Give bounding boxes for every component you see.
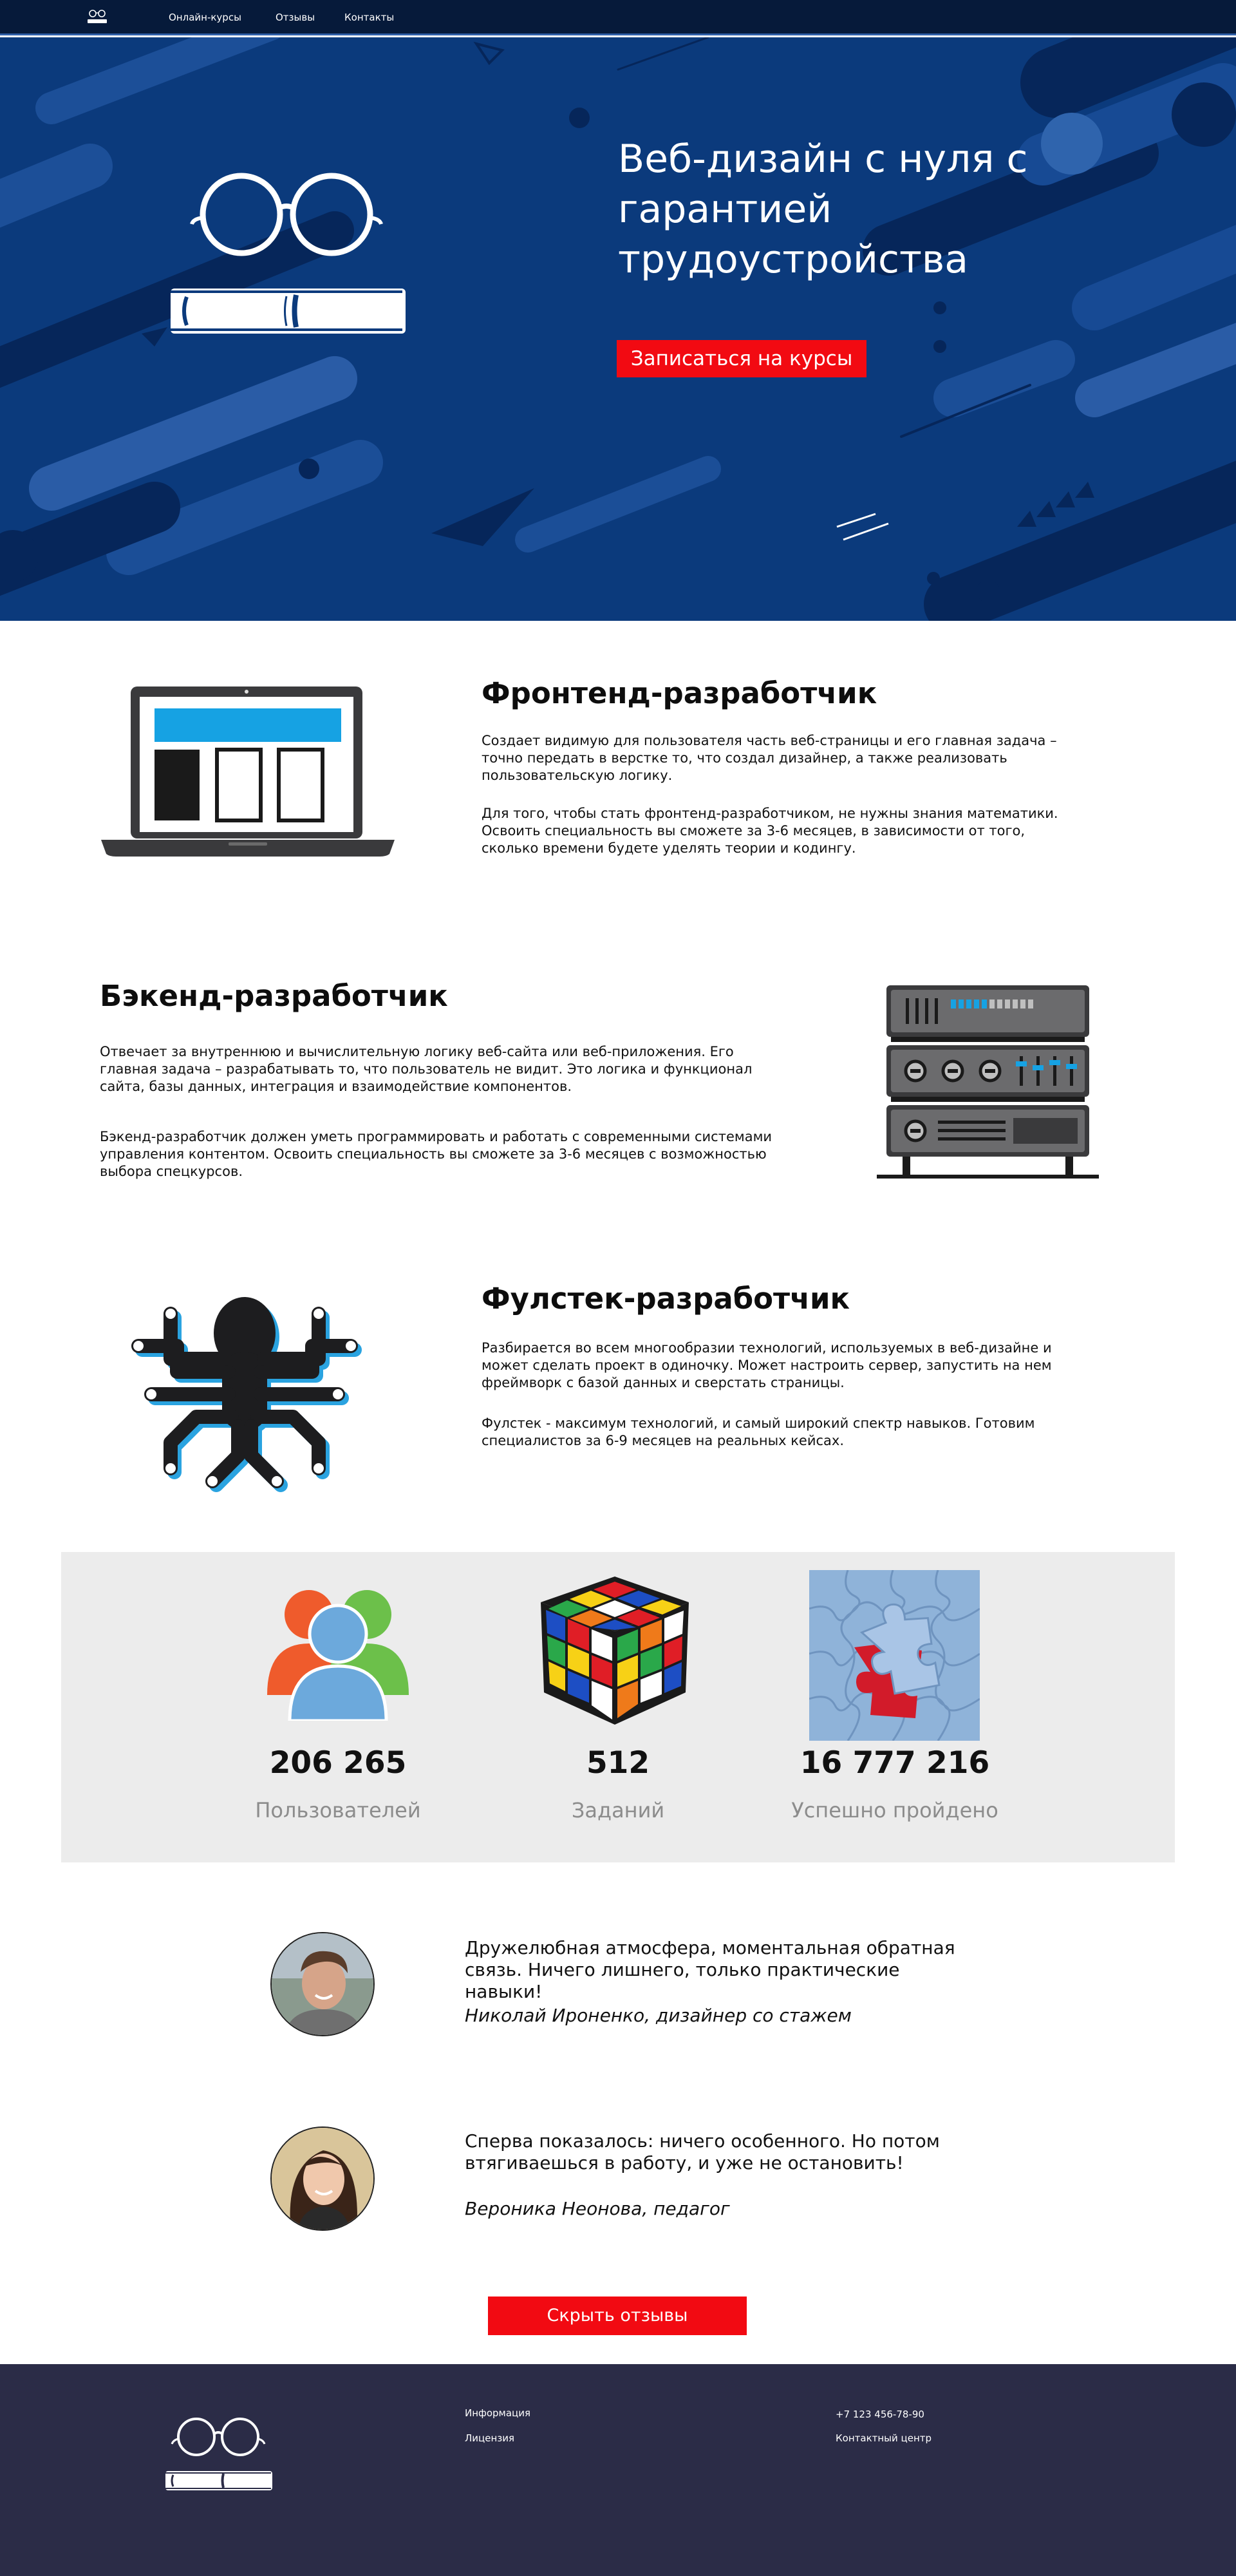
review-2-author: Вероника Неонова, педагог	[465, 2198, 730, 2219]
hero-section: Веб-дизайн с нуля с гарантией трудоустро…	[0, 37, 1236, 621]
nav-link-courses[interactable]: Онлайн-курсы	[169, 12, 241, 23]
frontend-paragraph-2: Для того, чтобы стать фронтенд-разработч…	[482, 806, 1058, 856]
review-1-author: Николай Ироненко, дизайнер со стажем	[465, 2005, 852, 2026]
users-icon	[267, 1590, 409, 1721]
reviewer-avatar-2	[270, 2126, 375, 2231]
stat-users-label: Пользователей	[255, 1798, 421, 1823]
enroll-button[interactable]: Записаться на курсы	[617, 340, 866, 377]
frontend-title: Фронтенд-разработчик	[482, 676, 877, 710]
rubiks-cube-icon	[541, 1577, 689, 1725]
review-1-text: Дружелюбная атмосфера, моментальная обра…	[465, 1937, 955, 2002]
fullstack-title: Фулстек-разработчик	[482, 1282, 850, 1316]
backend-paragraph-1: Отвечает за внутреннюю и вычислительную …	[100, 1044, 753, 1094]
footer-link-license[interactable]: Лицензия	[465, 2432, 514, 2444]
fullstack-paragraph-2: Фулстек - максимум технологий, и самый ш…	[482, 1416, 1035, 1448]
octopus-icon	[131, 1297, 362, 1492]
top-navbar: Онлайн-курсы Отзывы Контакты	[0, 0, 1236, 35]
fullstack-paragraph-1: Разбирается во всем многообразии техноло…	[482, 1340, 1052, 1390]
frontend-paragraph-1: Создает видимую для пользователя часть в…	[482, 733, 1057, 783]
footer-link-info[interactable]: Информация	[465, 2407, 530, 2419]
hero-title: Веб-дизайн с нуля с гарантией трудоустро…	[618, 137, 1028, 282]
backend-title: Бэкенд-разработчик	[100, 979, 448, 1013]
stat-users-value: 206 265	[269, 1745, 407, 1781]
footer-link-contact-center[interactable]: Контактный центр	[836, 2432, 932, 2444]
nav-link-reviews[interactable]: Отзывы	[276, 12, 315, 23]
stat-tasks-label: Заданий	[571, 1798, 665, 1823]
footer-logo-icon[interactable]	[164, 2414, 274, 2505]
puzzle-icon	[809, 1570, 980, 1741]
stat-tasks-value: 512	[586, 1745, 650, 1781]
stat-completed-value: 16 777 216	[800, 1745, 990, 1781]
glasses-book-logo-icon	[171, 173, 406, 334]
footer: Информация Лицензия +7 123 456-78-90 Кон…	[0, 2364, 1236, 2576]
nav-link-contacts[interactable]: Контакты	[344, 12, 394, 23]
server-rack-icon	[877, 985, 1099, 1179]
reviewer-avatar-1	[270, 1932, 375, 2036]
logo-icon[interactable]	[85, 9, 111, 26]
stat-completed-label: Успешно пройдено	[791, 1798, 998, 1823]
laptop-icon	[101, 687, 395, 857]
hide-reviews-button[interactable]: Скрыть отзывы	[488, 2297, 747, 2335]
footer-phone-link[interactable]: +7 123 456-78-90	[836, 2409, 924, 2420]
review-2-text: Сперва показалось: ничего особенного. Но…	[465, 2130, 940, 2174]
stats-section: 206 265 Пользователей 512 Заданий 16 777…	[61, 1552, 1175, 1862]
backend-paragraph-2: Бэкенд-разработчик должен уметь программ…	[100, 1129, 772, 1179]
